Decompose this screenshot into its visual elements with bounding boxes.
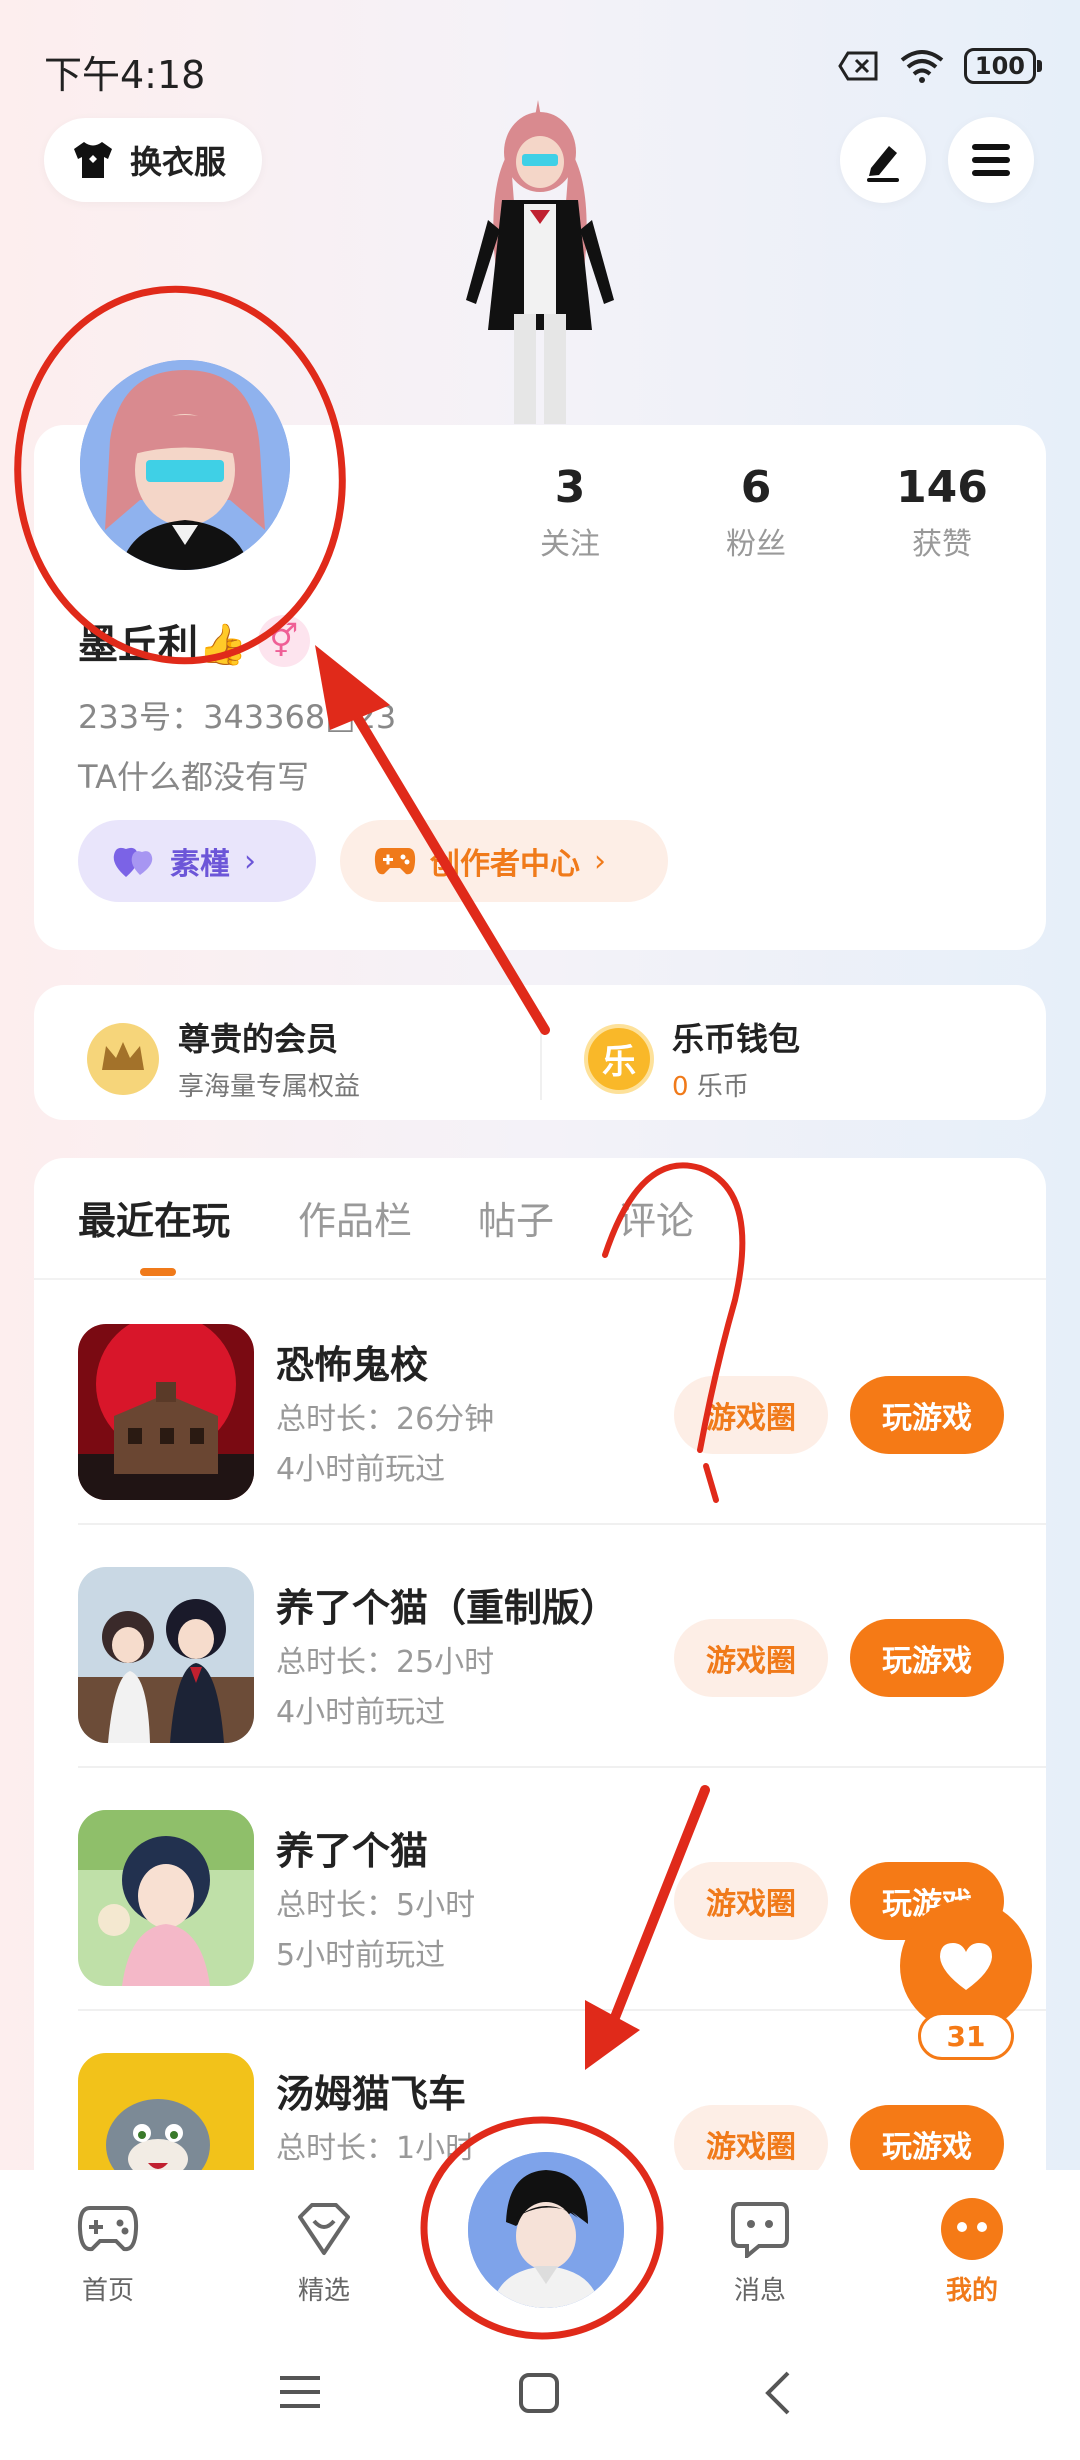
creator-center-label: 创作者中心 — [430, 847, 580, 882]
game-last-played: 5小时前玩过 — [276, 1938, 446, 1973]
nav-label: 我的 — [945, 2276, 998, 2306]
member-entry[interactable]: 尊贵的会员 享海量专属权益 — [86, 1014, 360, 1103]
stat-label: 获赞 — [912, 527, 972, 562]
stat-value: 146 — [896, 462, 988, 513]
tab-comments[interactable]: 评论 — [618, 1190, 694, 1245]
recent-apps-icon[interactable] — [278, 2374, 322, 2410]
stat-following[interactable]: 3 关注 — [490, 462, 650, 563]
game-name: 养了个猫 — [276, 1829, 429, 1873]
stat-label: 粉丝 — [726, 527, 786, 562]
user-bio[interactable]: TA什么都没有写 — [78, 752, 309, 798]
game-duration: 总时长：5小时 — [276, 1888, 476, 1923]
game-name: 养了个猫（重制版） — [276, 1586, 619, 1630]
nav-featured[interactable]: 精选 — [254, 2196, 394, 2307]
stat-label: 关注 — [540, 527, 600, 562]
benefits-divider — [540, 1012, 542, 1100]
gamepad-icon — [77, 2206, 139, 2252]
member-subtitle: 享海量专属权益 — [178, 1072, 361, 1102]
nav-label: 精选 — [297, 2276, 350, 2306]
username: 墨丘利👍 — [78, 622, 248, 668]
game-duration: 总时长：25小时 — [276, 1645, 495, 1680]
member-title: 尊贵的会员 — [178, 1020, 339, 1058]
chevron-right-icon: › — [244, 843, 256, 879]
avatar-portrait — [80, 360, 290, 570]
lecoin-icon: 乐 — [584, 1023, 654, 1094]
play-game-button[interactable]: 玩游戏 — [850, 1376, 1004, 1454]
chevron-right-icon: › — [594, 843, 606, 879]
gender-badge: ⚥ — [257, 615, 310, 667]
center-avatar-button[interactable] — [462, 2146, 630, 2314]
center-avatar-portrait — [468, 2152, 624, 2308]
game-thumbnail — [78, 1324, 254, 1500]
game-circle-button[interactable]: 游戏圈 — [674, 1619, 828, 1697]
tag-pill-button[interactable]: 素槿 › — [78, 820, 316, 902]
gamepad-icon — [374, 848, 416, 875]
heart-icon — [940, 1943, 992, 1990]
pencil-icon — [867, 146, 899, 182]
menu-button[interactable] — [948, 117, 1034, 203]
game-duration: 总时长：26分钟 — [276, 1402, 495, 1437]
stat-followers[interactable]: 6 粉丝 — [676, 462, 836, 563]
status-time: 下午4:18 — [44, 53, 206, 97]
tab-indicator — [140, 1268, 176, 1276]
profile-avatar[interactable] — [80, 360, 290, 570]
game-thumbnail — [78, 1810, 254, 1986]
avatar-character-figure[interactable] — [430, 100, 650, 430]
stat-likes[interactable]: 146 获赞 — [862, 462, 1022, 563]
tag-label: 素槿 — [170, 847, 230, 882]
wallet-unit: 乐币 — [696, 1072, 749, 1102]
nav-label: 消息 — [733, 2276, 786, 2306]
game-name: 汤姆猫飞车 — [276, 2072, 467, 2116]
me-icon — [941, 2198, 1003, 2260]
heart-shield-icon — [298, 2203, 350, 2255]
tabs-divider — [34, 1278, 1046, 1280]
creator-center-button[interactable]: 创作者中心 › — [340, 820, 668, 902]
wallet-title: 乐币钱包 — [672, 1020, 801, 1058]
game-circle-button[interactable]: 游戏圈 — [674, 1862, 828, 1940]
home-icon[interactable] — [518, 2372, 560, 2414]
edit-button[interactable] — [840, 117, 926, 203]
play-game-button[interactable]: 玩游戏 — [850, 1619, 1004, 1697]
game-name: 恐怖鬼校 — [276, 1343, 429, 1387]
user-id[interactable]: 233号：343368□23 — [78, 692, 396, 738]
wifi-icon — [900, 50, 944, 83]
game-row[interactable]: 养了个猫（重制版） 总时长：25小时 4小时前玩过 游戏圈 玩游戏 — [34, 1525, 1046, 1768]
game-duration: 总时长：1小时 — [276, 2131, 476, 2166]
tab-recent[interactable]: 最近在玩 — [78, 1190, 230, 1245]
tab-works[interactable]: 作品栏 — [298, 1190, 412, 1245]
stat-value: 3 — [554, 462, 586, 513]
chat-icon — [731, 2202, 789, 2258]
game-thumbnail — [78, 1567, 254, 1743]
outfit-label: 换衣服 — [130, 143, 227, 181]
username-row: 墨丘利👍 ⚥ — [78, 612, 310, 670]
battery-indicator: 100 — [963, 48, 1043, 84]
wallet-entry[interactable]: 乐 乐币钱包 0 乐币 — [584, 1014, 800, 1103]
like-count-badge: 31 — [918, 2012, 1014, 2060]
stat-value: 6 — [740, 462, 772, 513]
nav-label: 首页 — [81, 2276, 134, 2306]
game-row[interactable]: 恐怖鬼校 总时长：26分钟 4小时前玩过 游戏圈 玩游戏 — [34, 1282, 1046, 1525]
tab-posts[interactable]: 帖子 — [478, 1190, 554, 1245]
status-icons: 100 — [838, 48, 1043, 84]
nav-me[interactable]: 我的 — [902, 2196, 1042, 2307]
game-row[interactable]: 养了个猫 总时长：5小时 5小时前玩过 游戏圈 玩游戏 — [34, 1768, 1046, 2011]
crown-icon — [87, 1022, 159, 1095]
wallet-amount: 0 — [672, 1072, 689, 1102]
tshirt-icon — [74, 142, 112, 178]
outfit-button[interactable]: 换衣服 — [44, 118, 263, 202]
hamburger-menu-icon — [972, 144, 1010, 176]
back-icon[interactable] — [762, 2370, 792, 2416]
lecoin-icon-text: 乐 — [602, 1042, 636, 1082]
nav-home[interactable]: 首页 — [38, 2196, 178, 2307]
game-circle-button[interactable]: 游戏圈 — [674, 1376, 828, 1454]
double-heart-icon — [113, 847, 153, 877]
nav-messages[interactable]: 消息 — [690, 2196, 830, 2307]
game-last-played: 4小时前玩过 — [276, 1695, 446, 1730]
sim-off-icon — [838, 51, 878, 81]
game-last-played: 4小时前玩过 — [276, 1452, 446, 1487]
wallet-balance: 0 乐币 — [672, 1066, 800, 1103]
